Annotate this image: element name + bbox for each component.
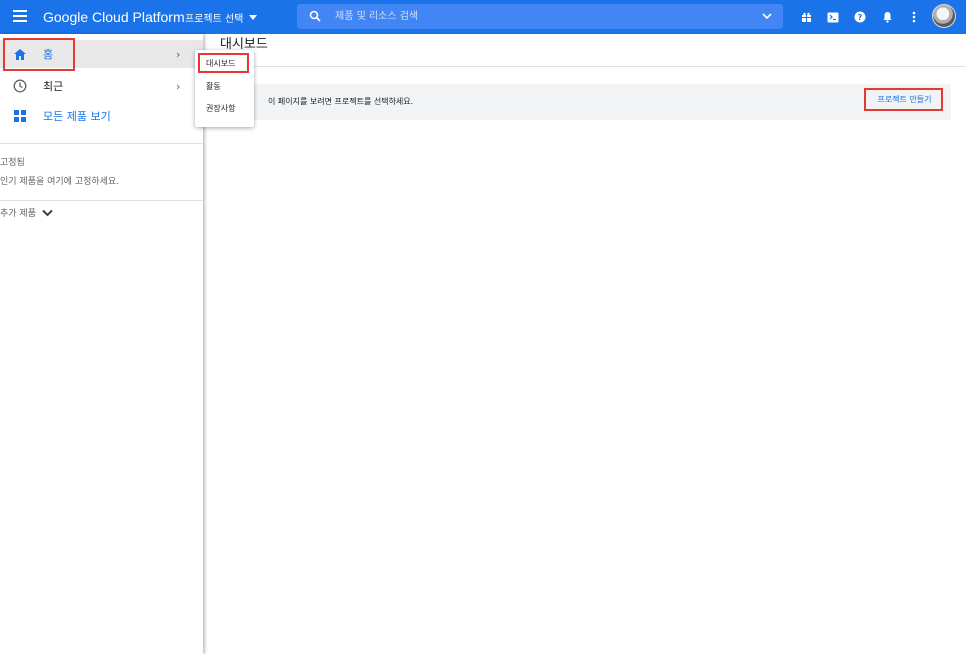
- sidebar-item-label: 최근: [43, 80, 64, 93]
- menu-icon[interactable]: [13, 10, 27, 22]
- brand-title[interactable]: Google Cloud Platform: [43, 9, 185, 25]
- chevron-down-icon: [42, 209, 53, 216]
- search-icon: [309, 10, 321, 22]
- top-app-bar: Google Cloud Platform 프로젝트 선택 ?: [0, 0, 966, 34]
- grid-icon: [12, 108, 28, 124]
- project-select-label: 프로젝트 선택: [185, 14, 244, 25]
- search-bar[interactable]: [297, 4, 783, 29]
- sidebar-item-label: 홈: [43, 48, 54, 61]
- nav-sidebar: 홈 › 최근 › 모든 제품 보기 고정됨 인기 제품을 여기에 고정하세요. …: [0, 34, 203, 654]
- create-project-link[interactable]: 프로젝트 만들기: [865, 88, 944, 111]
- flyout-item-recommendations[interactable]: 권장사항: [195, 97, 254, 119]
- divider: [0, 143, 203, 144]
- divider: [0, 200, 203, 201]
- gift-icon[interactable]: [795, 6, 817, 28]
- svg-text:?: ?: [858, 13, 863, 22]
- home-flyout-menu: 대시보드 활동 권장사항: [195, 50, 254, 127]
- terminal-icon[interactable]: [822, 6, 844, 28]
- more-products-label: 추가 제품: [0, 209, 36, 219]
- sidebar-item-home[interactable]: 홈 ›: [0, 40, 203, 68]
- chevron-down-icon[interactable]: [761, 11, 773, 21]
- project-select-dropdown[interactable]: 프로젝트 선택: [185, 10, 258, 25]
- home-icon: [12, 46, 28, 62]
- pinned-hint: 인기 제품을 여기에 고정하세요.: [0, 177, 120, 187]
- chevron-right-icon: ›: [176, 79, 181, 93]
- bell-icon[interactable]: [876, 6, 898, 28]
- select-project-banner: 이 페이지를 보려면 프로젝트를 선택하세요. 프로젝트 만들기: [223, 84, 951, 120]
- sidebar-item-all-products[interactable]: 모든 제품 보기: [0, 102, 203, 130]
- more-products-toggle[interactable]: 추가 제품: [0, 206, 53, 219]
- top-icon-group: ?: [795, 0, 930, 34]
- clock-icon: [12, 78, 28, 94]
- pinned-title: 고정됨: [0, 158, 25, 168]
- flyout-item-activity[interactable]: 활동: [195, 75, 254, 97]
- chevron-right-icon: ›: [176, 47, 181, 61]
- flyout-item-dashboard[interactable]: 대시보드: [195, 52, 254, 74]
- banner-message: 이 페이지를 보려면 프로젝트를 선택하세요.: [268, 97, 414, 106]
- more-vert-icon[interactable]: [903, 6, 925, 28]
- caret-down-icon: [249, 15, 258, 20]
- sidebar-item-label: 모든 제품 보기: [43, 110, 111, 123]
- search-input[interactable]: [335, 4, 735, 29]
- avatar[interactable]: [932, 4, 956, 28]
- divider: [203, 66, 966, 67]
- sidebar-item-recent[interactable]: 최근 ›: [0, 72, 203, 100]
- help-icon[interactable]: ?: [849, 6, 871, 28]
